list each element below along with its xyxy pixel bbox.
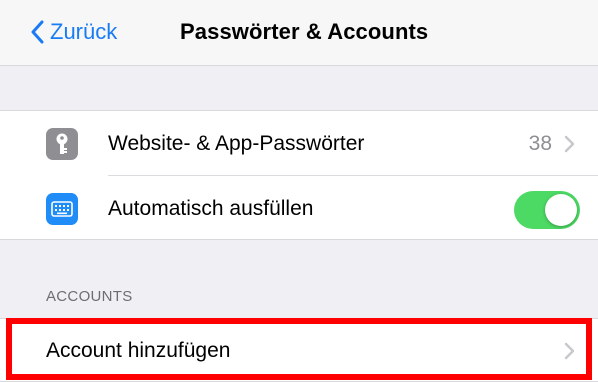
toggle-knob (545, 194, 577, 226)
passwords-row[interactable]: Website- & App-Passwörter 38 (0, 111, 598, 176)
key-icon (46, 128, 78, 160)
back-label: Zurück (50, 19, 118, 44)
add-account-label: Account hinzufügen (46, 339, 231, 362)
page-title: Passwörter & Accounts (180, 19, 429, 44)
chevron-right-icon (564, 342, 575, 360)
settings-screen: Zurück Passwörter & Accounts Website- & … (0, 0, 598, 382)
add-account-row[interactable]: Account hinzufügen (0, 319, 598, 382)
chevron-left-icon (31, 20, 44, 44)
passwords-label: Website- & App-Passwörter (108, 131, 365, 155)
passwords-count: 38 (528, 131, 552, 155)
keyboard-icon (46, 193, 78, 225)
passwords-group: Website- & App-Passwörter 38 Automatisch… (0, 110, 598, 240)
accounts-section-header: ACCOUNTS (46, 288, 133, 305)
autofill-toggle[interactable] (514, 191, 580, 229)
chevron-right-icon (564, 135, 575, 153)
accounts-group: Account hinzufügen (0, 318, 598, 382)
autofill-label: Automatisch ausfüllen (108, 196, 314, 220)
navigation-bar: Zurück Passwörter & Accounts (0, 0, 598, 66)
back-button[interactable]: Zurück (30, 14, 117, 50)
autofill-row: Automatisch ausfüllen (0, 176, 598, 241)
